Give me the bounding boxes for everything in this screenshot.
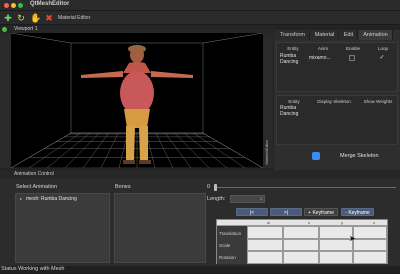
bones-label: Bones — [115, 184, 131, 190]
col-header-enable: Enable — [345, 46, 360, 51]
maximize-window-button[interactable] — [18, 3, 23, 8]
minimize-window-button[interactable] — [11, 3, 16, 8]
delete-icon[interactable]: ✖ — [44, 13, 54, 23]
length-label: Length: — [207, 196, 226, 202]
status-bar: Status Working with Mesh — [0, 266, 400, 274]
row-label-rotation: Rotation — [219, 255, 236, 260]
animation-control-header: Animation Control — [0, 170, 400, 178]
tab-edit[interactable]: Edit — [340, 30, 358, 40]
merge-skeleton-label[interactable]: Merge Skeleton — [340, 153, 379, 159]
timeline-value: 0 — [207, 184, 211, 190]
bones-list[interactable] — [114, 193, 206, 263]
row-label-scale: Scale — [219, 243, 231, 248]
viewport-label: Viewport 1 — [14, 26, 38, 32]
skeleton-table: Entity Display Skeleton Show Weights Rum… — [276, 95, 398, 145]
table-row-entity[interactable]: Rumba Dancing — [280, 105, 310, 117]
properties-panel: Transform Material Edit Animation Entity… — [274, 30, 400, 170]
title-bar: QtMeshEditor — [0, 0, 400, 11]
tab-material[interactable]: Material — [311, 30, 339, 40]
timeline-slider-handle[interactable] — [214, 184, 217, 191]
animation-control-panel: Select Animation Bones ▸ mesh: Rumba Dan… — [0, 178, 400, 266]
spinner-icon[interactable]: ⇕ — [260, 196, 263, 201]
toolbar: ✚ ↻ ✋ ✖ Material Editor — [0, 11, 400, 25]
length-input[interactable]: ⇕ — [230, 195, 265, 203]
col-header-anim: Anim — [317, 46, 329, 51]
viewport-left-gutter — [0, 33, 11, 168]
col-header-z: z — [373, 220, 375, 225]
row-label-translation: Translation — [219, 231, 242, 236]
close-window-button[interactable] — [4, 3, 9, 8]
viewport-status-icon — [2, 27, 7, 32]
first-frame-button[interactable]: |< — [236, 208, 268, 216]
animation-table: Entity Anim Enable Loop Rumba Dancing mi… — [276, 42, 398, 92]
col-header-show-weights: Show Weights — [363, 99, 393, 104]
keyframe-grid: w x y z Translation Scale Rotation ➤ — [216, 219, 388, 264]
keyframe-cells[interactable] — [247, 226, 387, 264]
tab-animation[interactable]: Animation — [359, 30, 393, 40]
col-header-display-skeleton: Display Skeleton — [317, 99, 351, 104]
expand-arrow-icon[interactable]: ▸ — [20, 196, 22, 201]
last-frame-button[interactable]: >| — [270, 208, 302, 216]
scene-render — [11, 33, 263, 168]
viewport-header: Viewport 1 — [0, 26, 273, 33]
merge-skeleton-toggle[interactable] — [312, 152, 320, 160]
select-animation-label: Select Animation — [16, 184, 57, 190]
col-header-entity: Entity — [288, 99, 300, 104]
mouse-cursor-icon: ➤ — [349, 234, 356, 243]
window-title: QtMeshEditor — [30, 1, 70, 7]
3d-viewport[interactable] — [11, 33, 263, 168]
col-header-w: w — [267, 220, 270, 225]
hand-icon[interactable]: ✋ — [30, 13, 41, 23]
animation-control-title: Animation Control — [14, 171, 54, 177]
remove-keyframe-button[interactable]: - Keyframe — [341, 208, 374, 216]
loop-checkbox[interactable]: ✓ — [378, 54, 386, 62]
add-keyframe-button[interactable]: + Keyframe — [304, 208, 338, 216]
add-icon[interactable]: ✚ — [3, 13, 13, 23]
enable-checkbox[interactable] — [349, 55, 355, 61]
col-header-x: x — [308, 220, 310, 225]
material-editor-button[interactable]: Material Editor — [58, 15, 90, 21]
animation-tree[interactable]: ▸ mesh: Rumba Dancing — [15, 193, 110, 263]
tree-item-mesh[interactable]: mesh: Rumba Dancing — [26, 196, 77, 202]
material-editor-vertical-label: MaterialEditor — [264, 140, 269, 165]
table-row-entity[interactable]: Rumba Dancing — [280, 53, 308, 65]
col-header-y: y — [341, 220, 343, 225]
col-header-entity: Entity — [287, 46, 299, 51]
col-header-loop: Loop — [377, 46, 388, 51]
table-row-anim[interactable]: mixamo... — [309, 55, 337, 61]
tab-transform[interactable]: Transform — [276, 30, 310, 40]
rotate-icon[interactable]: ↻ — [16, 13, 26, 23]
status-text: Status Working with Mesh — [1, 266, 65, 272]
timeline-slider[interactable] — [214, 187, 396, 188]
